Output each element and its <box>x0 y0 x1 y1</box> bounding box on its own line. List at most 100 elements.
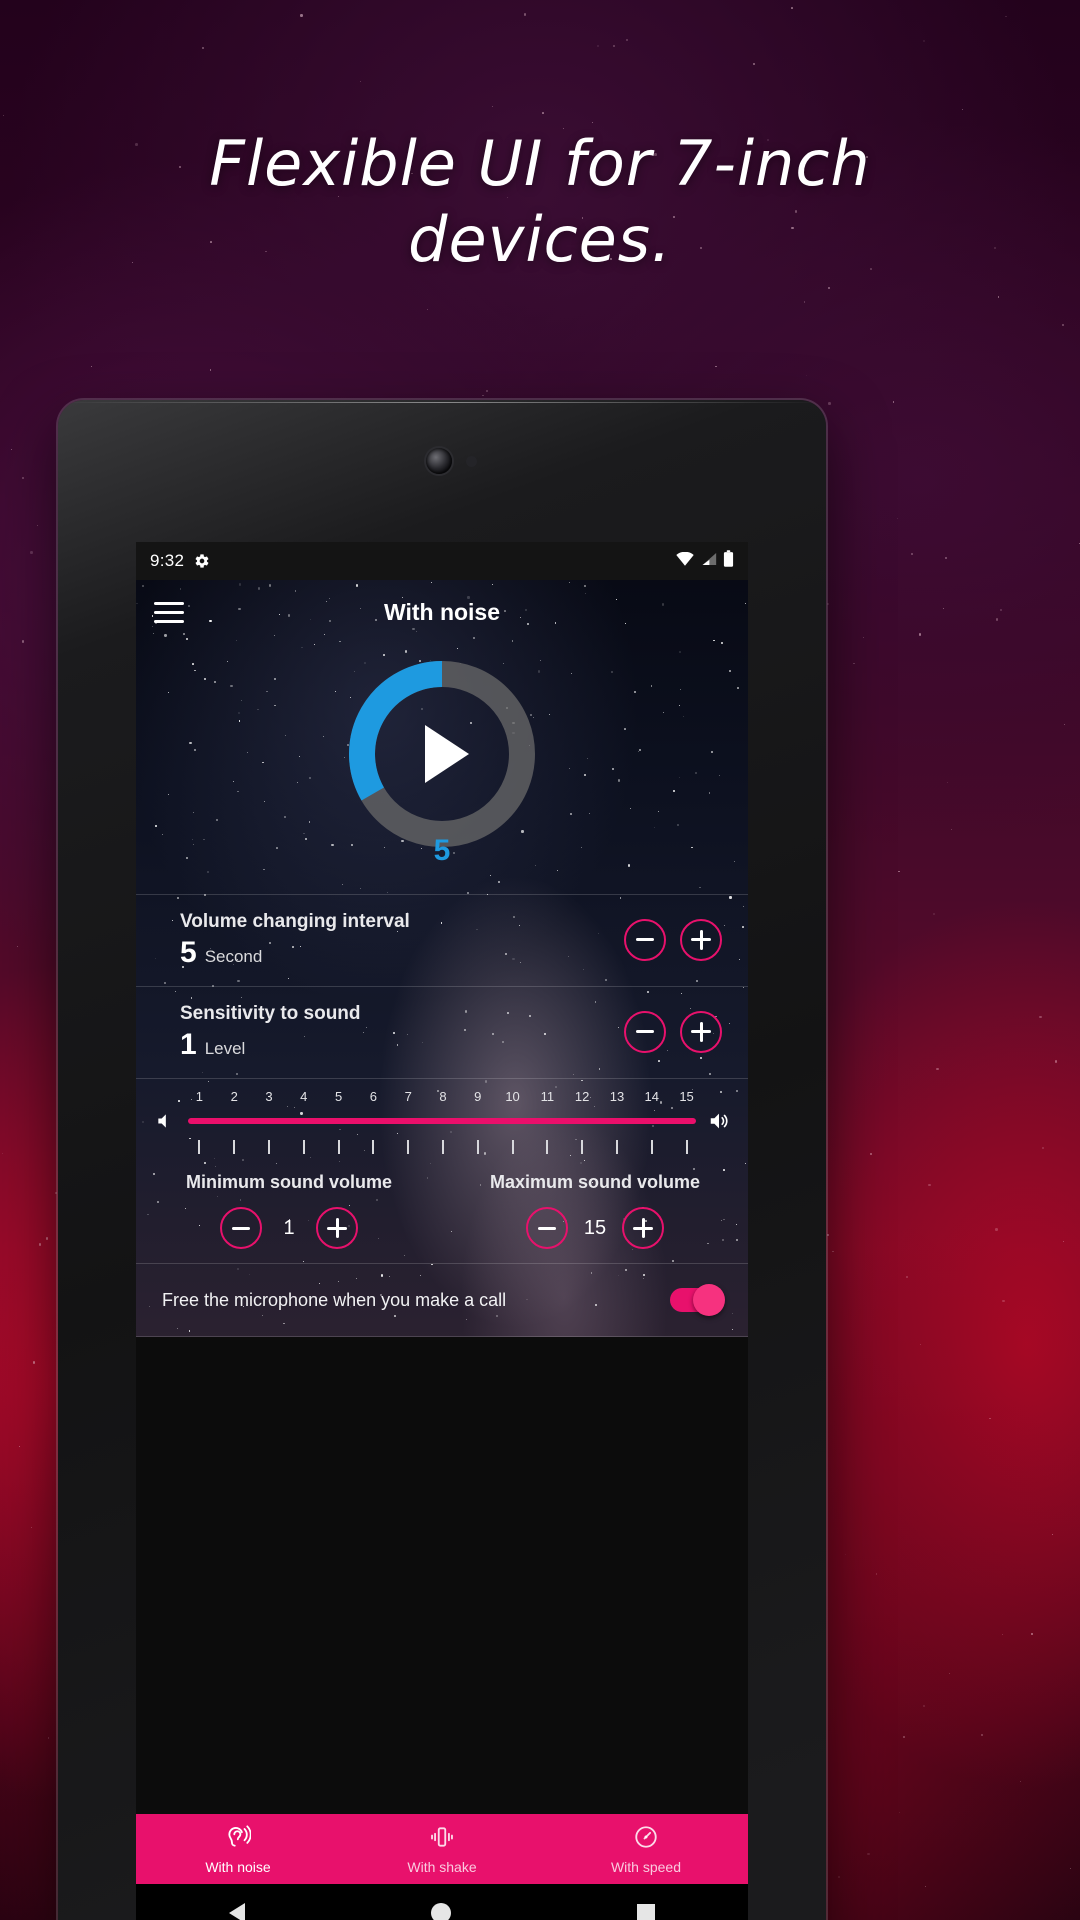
volume-scale-tick <box>600 1140 635 1154</box>
tablet-screen: 9:32 With noise 5 Volume changing interv… <box>136 542 748 1920</box>
maximum-volume-control: Maximum sound volume 15 <box>442 1172 748 1249</box>
free-microphone-row: Free the microphone when you make a call <box>136 1263 748 1337</box>
volume-scale-number: 12 <box>574 1089 590 1104</box>
volume-scale-tick <box>356 1140 391 1154</box>
volume-scale-number: 2 <box>230 1089 238 1104</box>
proximity-sensor-icon <box>466 456 477 467</box>
gear-icon <box>194 553 210 569</box>
volume-scale-tick <box>530 1140 565 1154</box>
volume-scale-number: 13 <box>609 1089 625 1104</box>
status-bar-icons <box>676 550 734 572</box>
volume-range-section: 1 2 3 4 5 6 7 8 9 10 11 12 13 14 15 Mini… <box>136 1078 748 1263</box>
poster-headline: Flexible UI for 7-inch devices. <box>209 127 871 276</box>
volume-scale-number: 11 <box>540 1089 555 1104</box>
ear-hearing-icon <box>225 1824 252 1855</box>
volume-scale-tick <box>495 1140 530 1154</box>
maximum-volume-value: 15 <box>583 1216 607 1239</box>
volume-scale-number: 5 <box>334 1089 343 1104</box>
tab-with-noise[interactable]: With noise <box>136 1814 340 1884</box>
play-button[interactable] <box>386 698 498 810</box>
volume-scale-number: 9 <box>474 1089 482 1104</box>
volume-scale-number: 10 <box>505 1089 520 1104</box>
increment-maximum-button[interactable] <box>622 1207 664 1249</box>
minimum-volume-control: Minimum sound volume 1 <box>136 1172 442 1249</box>
volume-scale-tick <box>321 1140 356 1154</box>
home-circle-icon[interactable] <box>431 1903 451 1920</box>
volume-scale-number: 3 <box>265 1089 273 1104</box>
volume-scale-tick <box>182 1140 217 1154</box>
content-spacer <box>136 1337 748 1814</box>
setting-label: Volume changing interval <box>180 911 410 932</box>
volume-scale-number: 1 <box>195 1089 204 1104</box>
minus-icon <box>636 938 654 941</box>
free-microphone-toggle[interactable] <box>670 1284 725 1316</box>
status-bar-time: 9:32 <box>150 551 185 570</box>
volume-scale-number: 8 <box>439 1089 447 1104</box>
decrement-interval-button[interactable] <box>624 918 666 961</box>
tab-label: With shake <box>407 1858 477 1875</box>
volume-scale-tick <box>286 1140 321 1154</box>
tablet-device-frame: 9:32 With noise 5 Volume changing interv… <box>58 400 826 1920</box>
device-bezel-top <box>58 448 826 478</box>
vibration-icon <box>429 1824 455 1855</box>
android-navigation-bar <box>136 1884 748 1920</box>
plus-icon <box>633 1218 653 1238</box>
volume-scale-number: 14 <box>644 1089 659 1104</box>
front-camera-icon <box>426 448 452 474</box>
volume-range-slider[interactable] <box>136 1104 748 1134</box>
plus-icon <box>327 1218 347 1238</box>
volume-scale-tick <box>634 1140 669 1154</box>
decrement-maximum-button[interactable] <box>526 1207 568 1249</box>
maximum-volume-caption: Maximum sound volume <box>489 1172 701 1192</box>
decrement-sensitivity-button[interactable] <box>624 1010 666 1053</box>
setting-label: Sensitivity to sound <box>180 1003 361 1024</box>
setting-row-volume-interval: Volume changing interval 5 Second <box>136 894 748 986</box>
volume-scale-tick <box>391 1140 426 1154</box>
page-title: With noise <box>383 598 501 625</box>
free-microphone-label: Free the microphone when you make a call <box>162 1289 507 1310</box>
speaker-loud-icon <box>706 1108 732 1134</box>
hamburger-menu-icon[interactable] <box>154 601 184 623</box>
tab-with-speed[interactable]: With speed <box>544 1814 748 1884</box>
battery-icon <box>723 550 734 572</box>
stepper-group <box>624 1010 722 1053</box>
minimum-volume-value: 1 <box>283 1216 295 1239</box>
setting-row-sensitivity: Sensitivity to sound 1 Level <box>136 986 748 1078</box>
volume-scale-number: 6 <box>369 1089 377 1104</box>
wifi-icon <box>676 551 694 571</box>
plus-icon <box>691 1021 711 1042</box>
back-triangle-icon[interactable] <box>229 1903 245 1920</box>
tab-with-shake[interactable]: With shake <box>340 1814 544 1884</box>
minus-icon <box>538 1226 556 1230</box>
increment-sensitivity-button[interactable] <box>680 1010 722 1053</box>
setting-value: 5 <box>180 936 197 969</box>
cellular-signal-icon <box>700 551 717 571</box>
bottom-tab-bar: With noise With shake With speed <box>136 1814 748 1884</box>
volume-scale-number: 15 <box>679 1089 694 1104</box>
stepper-group <box>624 918 722 961</box>
setting-text-block: Sensitivity to sound 1 Level <box>180 1003 361 1060</box>
dial-value: 5 <box>433 834 451 867</box>
volume-scale-ticks <box>136 1134 748 1154</box>
volume-track[interactable] <box>188 1118 696 1124</box>
setting-unit: Second <box>204 947 263 966</box>
volume-scale-tick <box>460 1140 495 1154</box>
tab-label: With noise <box>205 1858 271 1875</box>
increment-minimum-button[interactable] <box>316 1207 358 1249</box>
circular-progress-dial: 5 <box>342 654 542 867</box>
decrement-minimum-button[interactable] <box>220 1207 262 1249</box>
minus-icon <box>232 1226 250 1230</box>
play-icon <box>425 725 469 783</box>
setting-value: 1 <box>180 1028 197 1061</box>
volume-scale-tick <box>426 1140 461 1154</box>
plus-icon <box>691 929 711 950</box>
speaker-mute-icon <box>152 1108 178 1134</box>
increment-interval-button[interactable] <box>680 918 722 961</box>
status-bar: 9:32 <box>136 542 748 580</box>
volume-scale-numbers: 1 2 3 4 5 6 7 8 9 10 11 12 13 14 15 <box>136 1089 748 1104</box>
volume-scale-number: 4 <box>300 1089 308 1104</box>
minimum-volume-caption: Minimum sound volume <box>185 1172 392 1192</box>
recents-square-icon[interactable] <box>637 1904 655 1920</box>
minus-icon <box>636 1030 654 1033</box>
volume-scale-tick <box>565 1140 600 1154</box>
